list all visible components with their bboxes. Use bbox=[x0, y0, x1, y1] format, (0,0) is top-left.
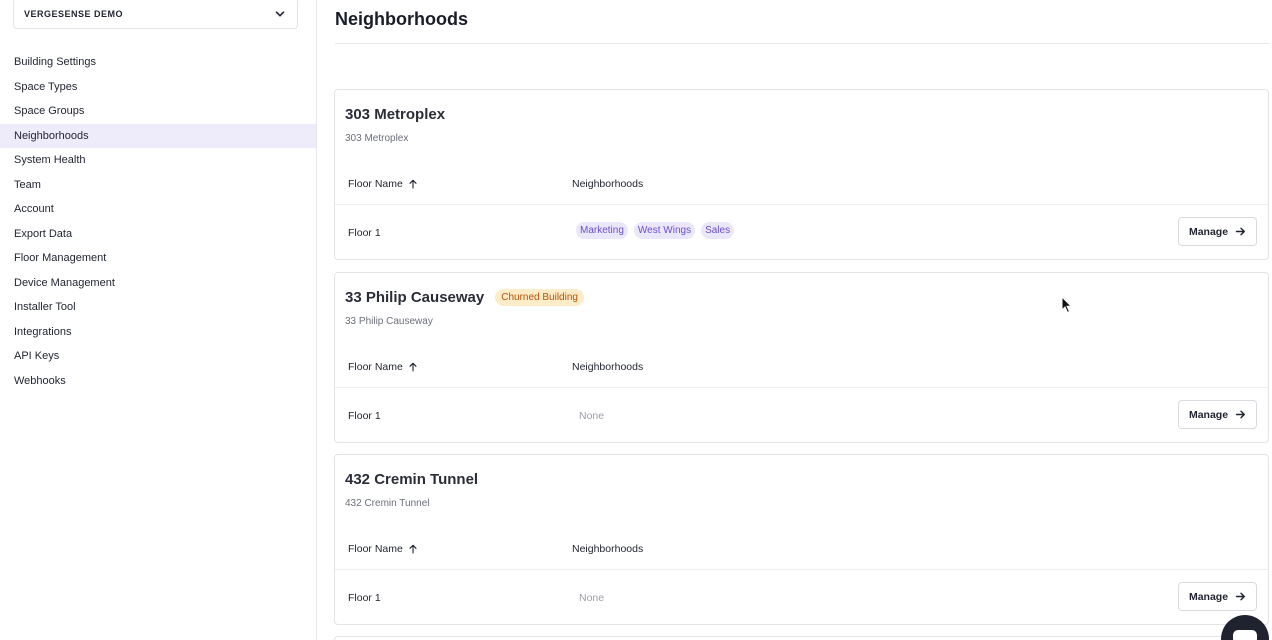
column-header-label: Floor Name bbox=[348, 178, 403, 190]
building-title: 432 Cremin Tunnel bbox=[345, 471, 478, 488]
chevron-down-icon bbox=[275, 10, 285, 16]
sidebar-item-export-data[interactable]: Export Data bbox=[0, 222, 316, 247]
organization-selector[interactable]: VERGESENSE DEMO bbox=[13, 0, 298, 29]
floor-name: Floor 1 bbox=[348, 592, 381, 604]
sidebar-item-space-types[interactable]: Space Types bbox=[0, 75, 316, 100]
column-header-floor-name[interactable]: Floor Name bbox=[348, 543, 418, 555]
manage-button[interactable]: Manage bbox=[1178, 582, 1257, 611]
manage-button[interactable]: Manage bbox=[1178, 217, 1257, 246]
arrow-up-icon[interactable] bbox=[408, 179, 418, 189]
arrow-right-icon bbox=[1235, 410, 1246, 419]
sidebar-item-device-management[interactable]: Device Management bbox=[0, 271, 316, 296]
building-address: 303 Metroplex bbox=[345, 133, 409, 144]
arrow-up-icon[interactable] bbox=[408, 362, 418, 372]
building-card: 432 Cremin Tunnel 432 Cremin Tunnel Floo… bbox=[334, 454, 1269, 625]
sidebar-item-system-health[interactable]: System Health bbox=[0, 148, 316, 173]
sidebar-item-space-groups[interactable]: Space Groups bbox=[0, 99, 316, 124]
neighborhood-tag: Marketing bbox=[576, 222, 628, 239]
neighborhood-tag: Sales bbox=[701, 222, 735, 239]
sidebar-item-integrations[interactable]: Integrations bbox=[0, 320, 316, 345]
neighborhoods-none: None bbox=[579, 592, 605, 604]
page-title: Neighborhoods bbox=[335, 9, 468, 29]
row-divider bbox=[335, 204, 1268, 205]
sidebar-item-floor-management[interactable]: Floor Management bbox=[0, 246, 316, 271]
column-header-floor-name[interactable]: Floor Name bbox=[348, 361, 418, 373]
manage-button-label: Manage bbox=[1188, 408, 1229, 421]
sidebar-item-webhooks[interactable]: Webhooks bbox=[0, 369, 316, 394]
building-name: 33 Philip Causeway bbox=[345, 289, 485, 306]
organization-name: VERGESENSE DEMO bbox=[24, 8, 124, 19]
mouse-pointer-icon bbox=[1061, 296, 1073, 314]
row-divider bbox=[335, 569, 1268, 570]
building-name: 432 Cremin Tunnel bbox=[345, 471, 479, 488]
main-content: Neighborhoods 303 Metroplex 303 Metrople… bbox=[317, 0, 1272, 640]
column-header-label: Floor Name bbox=[348, 543, 403, 555]
manage-button-label: Manage bbox=[1188, 590, 1229, 603]
arrow-right-icon bbox=[1235, 592, 1246, 601]
column-header-floor-name[interactable]: Floor Name bbox=[348, 178, 418, 190]
sidebar-item-api-keys[interactable]: API Keys bbox=[0, 344, 316, 369]
column-header-neighborhoods: Neighborhoods bbox=[572, 178, 643, 190]
arrow-right-icon bbox=[1235, 227, 1246, 236]
building-address: 33 Philip Causeway bbox=[345, 316, 433, 327]
building-card: 303 Metroplex 303 Metroplex Floor Name N… bbox=[334, 89, 1269, 260]
sidebar-nav: Building Settings Space Types Space Groups… bbox=[0, 50, 316, 393]
chat-icon bbox=[1233, 630, 1257, 640]
neighborhood-tags: Marketing West Wings Sales bbox=[576, 222, 735, 239]
sidebar-item-neighborhoods[interactable]: Neighborhoods bbox=[0, 123, 316, 148]
sidebar-item-installer-tool[interactable]: Installer Tool bbox=[0, 295, 316, 320]
column-header-neighborhoods: Neighborhoods bbox=[572, 361, 643, 373]
sidebar: VERGESENSE DEMO Building Settings Space T… bbox=[0, 0, 317, 640]
status-badge: Churned Building bbox=[495, 289, 584, 306]
manage-button-label: Manage bbox=[1188, 225, 1229, 238]
manage-button[interactable]: Manage bbox=[1178, 400, 1257, 429]
floor-name: Floor 1 bbox=[348, 227, 381, 239]
column-header-neighborhoods: Neighborhoods bbox=[572, 543, 643, 555]
neighborhood-tag: West Wings bbox=[633, 222, 696, 239]
row-divider bbox=[335, 387, 1268, 388]
app-root: VERGESENSE DEMO Building Settings Space T… bbox=[0, 0, 1272, 640]
building-title: 33 Philip Causeway Churned Building bbox=[345, 289, 584, 306]
building-address: 432 Cremin Tunnel bbox=[345, 498, 430, 509]
next-card-edge bbox=[334, 636, 1269, 640]
arrow-up-icon[interactable] bbox=[408, 544, 418, 554]
sidebar-item-building-settings[interactable]: Building Settings bbox=[0, 50, 316, 75]
column-header-label: Neighborhoods bbox=[572, 361, 644, 373]
title-divider bbox=[335, 43, 1269, 44]
building-name: 303 Metroplex bbox=[345, 106, 446, 123]
sidebar-item-team[interactable]: Team bbox=[0, 173, 316, 198]
building-title: 303 Metroplex bbox=[345, 106, 445, 123]
floor-name: Floor 1 bbox=[348, 410, 381, 422]
sidebar-item-account[interactable]: Account bbox=[0, 197, 316, 222]
column-header-label: Floor Name bbox=[348, 361, 403, 373]
building-card: 33 Philip Causeway Churned Building 33 P… bbox=[334, 272, 1269, 443]
column-header-label: Neighborhoods bbox=[572, 543, 644, 555]
column-header-label: Neighborhoods bbox=[572, 178, 644, 190]
neighborhoods-none: None bbox=[579, 410, 605, 422]
